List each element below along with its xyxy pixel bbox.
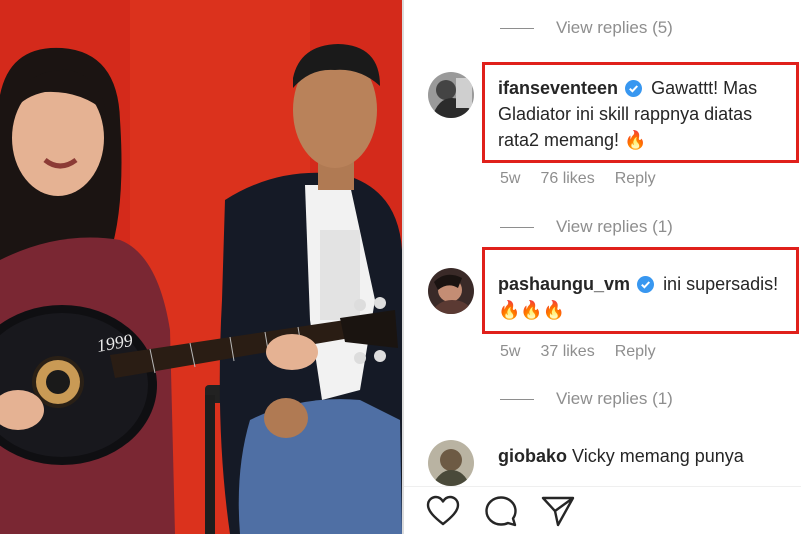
- replies-divider: [500, 27, 534, 29]
- avatar[interactable]: [428, 72, 474, 118]
- view-replies-button[interactable]: View replies (1): [500, 389, 673, 409]
- comment-highlight-box: [482, 247, 799, 334]
- comment-meta: 5w 37 likes Reply: [500, 343, 656, 361]
- view-replies-label: View replies (1): [556, 389, 673, 408]
- avatar-image: [428, 72, 474, 118]
- comment-icon[interactable]: [484, 495, 518, 527]
- avatar-image: [428, 268, 474, 314]
- comment-username[interactable]: giobako: [498, 446, 567, 466]
- avatar-image: [428, 440, 474, 486]
- replies-divider: [500, 398, 534, 400]
- heart-icon[interactable]: [426, 495, 460, 527]
- comments-panel: View replies (5) ifanseventeen Gawattt! …: [404, 0, 801, 534]
- view-replies-label: View replies (5): [556, 18, 673, 37]
- share-icon[interactable]: [540, 495, 576, 527]
- comment-highlight-box: [482, 62, 799, 163]
- video-illustration: 1999: [0, 0, 402, 534]
- action-bar: [404, 486, 801, 534]
- comment-likes[interactable]: 76 likes: [540, 170, 594, 188]
- avatar[interactable]: [428, 440, 474, 486]
- replies-divider: [500, 226, 534, 228]
- comment-body: giobako Vicky memang punya: [498, 443, 798, 469]
- reply-button[interactable]: Reply: [615, 170, 656, 188]
- reply-button[interactable]: Reply: [615, 343, 656, 361]
- video-frame: 1999: [0, 0, 402, 534]
- view-replies-button[interactable]: View replies (5): [500, 18, 673, 38]
- view-replies-button[interactable]: View replies (1): [500, 217, 673, 237]
- avatar[interactable]: [428, 268, 474, 314]
- comment-time: 5w: [500, 343, 521, 360]
- comment-likes[interactable]: 37 likes: [540, 343, 594, 361]
- view-replies-label: View replies (1): [556, 217, 673, 236]
- comment-time: 5w: [500, 170, 521, 187]
- comment-meta: 5w 76 likes Reply: [500, 170, 656, 188]
- comment-text: Vicky memang punya: [572, 446, 744, 466]
